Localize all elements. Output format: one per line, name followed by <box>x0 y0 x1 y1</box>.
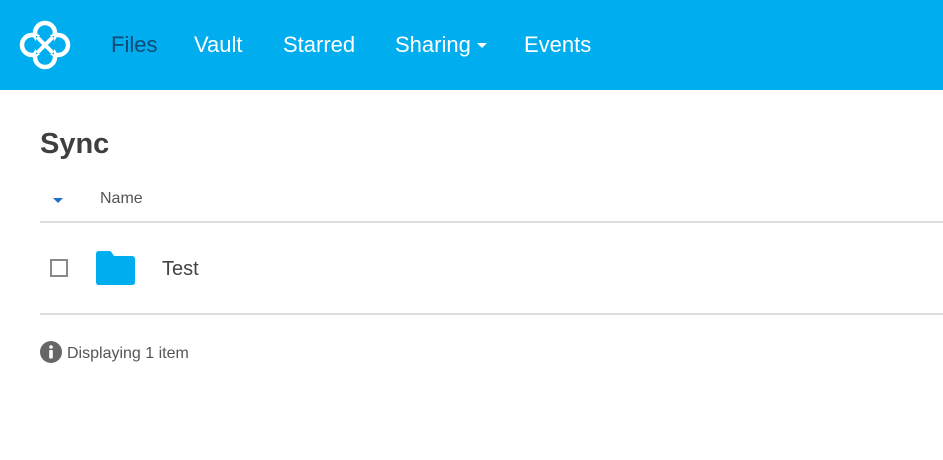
row-name-link[interactable]: Test <box>162 257 199 281</box>
row-divider <box>40 313 943 315</box>
sort-toggle[interactable] <box>40 186 78 214</box>
column-header-name[interactable]: Name <box>100 189 143 209</box>
nav-item-label: Events <box>524 32 592 57</box>
sync-logo-icon[interactable] <box>18 20 72 70</box>
row-checkbox[interactable] <box>50 259 68 277</box>
nav-item-vault[interactable]: Vault <box>194 30 243 60</box>
nav-item-sharing[interactable]: Sharing <box>395 30 487 60</box>
chevron-down-icon <box>476 43 487 48</box>
page-title: Sync <box>40 128 110 160</box>
nav-item-files[interactable]: Files <box>111 30 157 60</box>
nav-item-label: Starred <box>283 32 356 57</box>
caret-down-icon <box>53 198 63 203</box>
nav-item-label: Files <box>111 32 158 57</box>
status-message: Displaying 1 item <box>40 341 189 365</box>
nav-item-events[interactable]: Events <box>524 30 591 60</box>
status-text: Displaying 1 item <box>67 345 189 362</box>
nav-item-label: Vault <box>194 32 243 57</box>
nav-item-starred[interactable]: Starred <box>283 30 355 60</box>
top-navigation-bar: Files Vault Starred Sharing Events <box>0 0 943 90</box>
nav-item-label: Sharing <box>395 32 471 57</box>
folder-icon[interactable] <box>94 250 137 286</box>
table-row[interactable]: Test <box>40 224 943 313</box>
info-icon <box>40 341 62 363</box>
header-divider <box>40 221 943 223</box>
